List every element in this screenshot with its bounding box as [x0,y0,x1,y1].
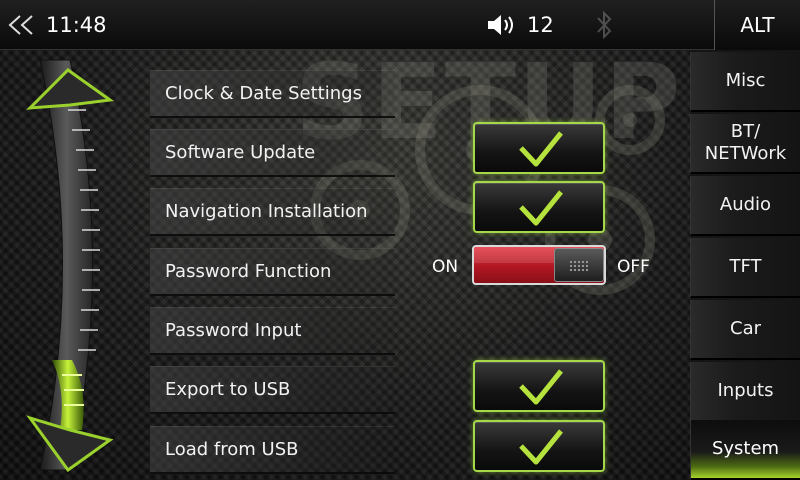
checkmark-icon [519,131,563,167]
tab-label: Misc [725,70,766,91]
menu-item-label: Navigation Installation [165,201,368,222]
knob-grip-icon [569,260,589,272]
navigation-installation-check-button[interactable] [473,181,605,233]
menu-item-label: Export to USB [165,379,291,400]
status-bar: 11:48 12 ALT [0,0,800,50]
tab-tft[interactable]: TFT [690,238,800,298]
menu-item-password-function[interactable]: Password Function [150,248,395,296]
software-update-check-button[interactable] [473,122,605,174]
alt-button[interactable]: ALT [714,0,800,50]
menu-item-label: Password Function [165,261,332,282]
speaker-icon [488,15,513,35]
tab-inputs[interactable]: Inputs [690,362,800,422]
checkmark-icon [519,429,563,465]
toggle-off-label: OFF [617,257,650,277]
tab-label: TFT [729,256,762,277]
menu-item-export-usb[interactable]: Export to USB [150,366,395,414]
scroll-up-arrow-icon [26,68,114,110]
category-tabs: Misc BT/ NETWork Audio TFT Car Inputs Sy… [690,50,800,480]
tab-system[interactable]: System [690,420,800,480]
menu-item-label: Software Update [165,142,316,163]
menu-item-load-usb[interactable]: Load from USB [150,426,395,474]
export-usb-check-button[interactable] [473,360,605,412]
menu-item-label: Clock & Date Settings [165,83,362,104]
checkmark-icon [519,369,563,405]
tab-label: BT/ NETWork [704,121,787,164]
menu-item-label: Load from USB [165,439,299,460]
menu-item-label: Password Input [165,320,302,341]
bluetooth-icon [597,10,612,40]
tab-label: Inputs [717,380,774,401]
tab-misc[interactable]: Misc [690,52,800,112]
scroll-wheel[interactable] [10,50,130,480]
load-usb-check-button[interactable] [473,420,605,472]
menu-item-password-input[interactable]: Password Input [150,307,395,355]
menu-item-software-update[interactable]: Software Update [150,129,395,177]
volume-level: 12 [527,13,554,37]
toggle-on-label: ON [432,257,459,277]
checkmark-icon [519,190,563,226]
tab-bt-network[interactable]: BT/ NETWork [690,114,800,174]
tab-label: System [711,438,780,459]
tab-audio[interactable]: Audio [690,176,800,236]
password-function-toggle[interactable] [472,245,606,285]
tab-car[interactable]: Car [690,300,800,360]
tab-label: Car [730,318,761,339]
menu-item-navigation-installation[interactable]: Navigation Installation [150,188,395,236]
menu-item-clock-date[interactable]: Clock & Date Settings [150,70,395,118]
back-chevrons-icon[interactable] [6,13,38,37]
clock-time: 11:48 [46,13,107,37]
toggle-knob[interactable] [554,248,604,282]
tab-label: Audio [719,194,772,215]
